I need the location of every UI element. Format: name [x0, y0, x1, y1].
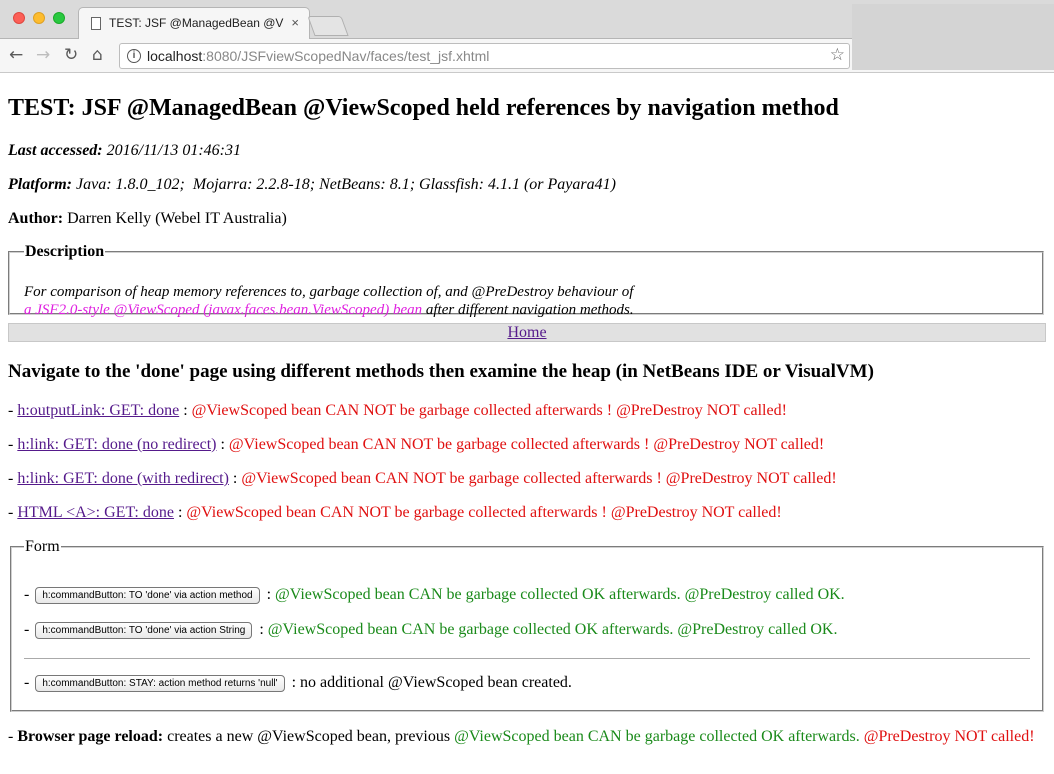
nav-item: - h:outputLink: GET: done : @ViewScoped …	[8, 402, 787, 419]
star-icon[interactable]: ☆	[830, 45, 845, 65]
info-icon[interactable]: i	[127, 49, 141, 63]
platform-label: Platform:	[8, 176, 72, 193]
description-text-2: after different navigation methods.	[422, 302, 634, 318]
description-highlight: a JSF2.0-style @ViewScoped (javax.faces.…	[24, 302, 423, 318]
back-arrow-icon[interactable]: ←	[9, 45, 23, 65]
form-result: @ViewScoped bean CAN be garbage collecte…	[275, 586, 845, 603]
home-bar: Home	[8, 323, 1046, 342]
platform: Platform: Java: 1.8.0_102; Mojarra: 2.2.…	[8, 176, 616, 194]
description-text: For comparison of heap memory references…	[24, 283, 1034, 319]
description-legend: Description	[25, 243, 105, 260]
nav-link-html-a[interactable]: HTML <A>: GET: done	[17, 504, 174, 521]
last-accessed: Last accessed: 2016/11/13 01:46:31	[8, 142, 241, 160]
form-result: @ViewScoped bean CAN be garbage collecte…	[267, 621, 838, 638]
description-text-1: For comparison of heap memory references…	[24, 284, 634, 300]
description-fieldset: Description For comparison of heap memor…	[8, 243, 1044, 318]
form-row: - h:commandButton: TO 'done' via action …	[24, 621, 838, 639]
profile-area	[852, 4, 1054, 70]
tab-close-icon[interactable]: ×	[291, 15, 299, 30]
nav-result: @ViewScoped bean CAN NOT be garbage coll…	[228, 436, 825, 453]
nav-item: - h:link: GET: done (with redirect) : @V…	[8, 470, 837, 487]
nav-result: @ViewScoped bean CAN NOT be garbage coll…	[191, 402, 787, 419]
nav-link-with-redirect[interactable]: h:link: GET: done (with redirect)	[17, 470, 229, 487]
home-icon[interactable]: ⌂	[92, 45, 103, 65]
author-value: Darren Kelly (Webel IT Australia)	[67, 210, 287, 227]
platform-value: Java: 1.8.0_102; Mojarra: 2.2.8-18; NetB…	[76, 176, 616, 193]
nav-item: - HTML <A>: GET: done : @ViewScoped bean…	[8, 504, 782, 521]
nav-item: - h:link: GET: done (no redirect) : @Vie…	[8, 436, 825, 453]
last-accessed-label: Last accessed:	[8, 142, 103, 159]
page-icon	[91, 17, 101, 30]
nav-heading: Navigate to the 'done' page using differ…	[8, 361, 874, 382]
form-result: no additional @ViewScoped bean created.	[300, 674, 572, 691]
url-path: :8080/JSFviewScopedNav/faces/test_jsf.xh…	[202, 48, 490, 64]
action-method-button[interactable]: h:commandButton: TO 'done' via action me…	[35, 586, 260, 604]
nav-link-no-redirect[interactable]: h:link: GET: done (no redirect)	[17, 436, 216, 453]
reload-red: @PreDestroy NOT called!	[863, 728, 1035, 745]
reload-note: - Browser page reload: creates a new @Vi…	[8, 728, 1035, 745]
stay-button[interactable]: h:commandButton: STAY: action method ret…	[35, 674, 285, 692]
author-label: Author:	[8, 210, 64, 227]
nav-result: @ViewScoped bean CAN NOT be garbage coll…	[241, 470, 837, 487]
last-accessed-value: 2016/11/13 01:46:31	[106, 142, 241, 159]
form-divider	[24, 658, 1030, 659]
nav-link-outputlink[interactable]: h:outputLink: GET: done	[17, 402, 179, 419]
url-host: localhost	[147, 48, 203, 64]
address-bar[interactable]: i localhost:8080/JSFviewScopedNav/faces/…	[119, 43, 850, 69]
author: Author: Darren Kelly (Webel IT Australia…	[8, 210, 287, 228]
url-text[interactable]: localhost:8080/JSFviewScopedNav/faces/te…	[147, 48, 489, 64]
form-legend: Form	[25, 538, 60, 555]
reload-green: @ViewScoped bean CAN be garbage collecte…	[454, 728, 860, 745]
action-string-button[interactable]: h:commandButton: TO 'done' via action St…	[35, 621, 253, 639]
window-close-button[interactable]	[13, 12, 25, 24]
new-tab-button[interactable]	[307, 16, 349, 36]
tab-title: TEST: JSF @ManagedBean @ViewScoped held …	[109, 16, 284, 30]
reload-text: creates a new @ViewScoped bean, previous	[163, 728, 455, 745]
window-maximize-button[interactable]	[53, 12, 65, 24]
reload-label: Browser page reload:	[17, 728, 164, 745]
form-row: - h:commandButton: TO 'done' via action …	[24, 586, 845, 604]
form-row: - h:commandButton: STAY: action method r…	[24, 674, 572, 692]
reload-icon[interactable]: ↻	[64, 45, 78, 65]
nav-result: @ViewScoped bean CAN NOT be garbage coll…	[186, 504, 782, 521]
home-link[interactable]: Home	[507, 324, 546, 341]
window-minimize-button[interactable]	[33, 12, 45, 24]
form-fieldset: Form - h:commandButton: TO 'done' via ac…	[10, 538, 1044, 712]
browser-tab[interactable]: TEST: JSF @ManagedBean @ViewScoped held …	[78, 7, 310, 39]
page-title: TEST: JSF @ManagedBean @ViewScoped held …	[8, 95, 839, 121]
forward-arrow-icon[interactable]: →	[36, 45, 50, 65]
